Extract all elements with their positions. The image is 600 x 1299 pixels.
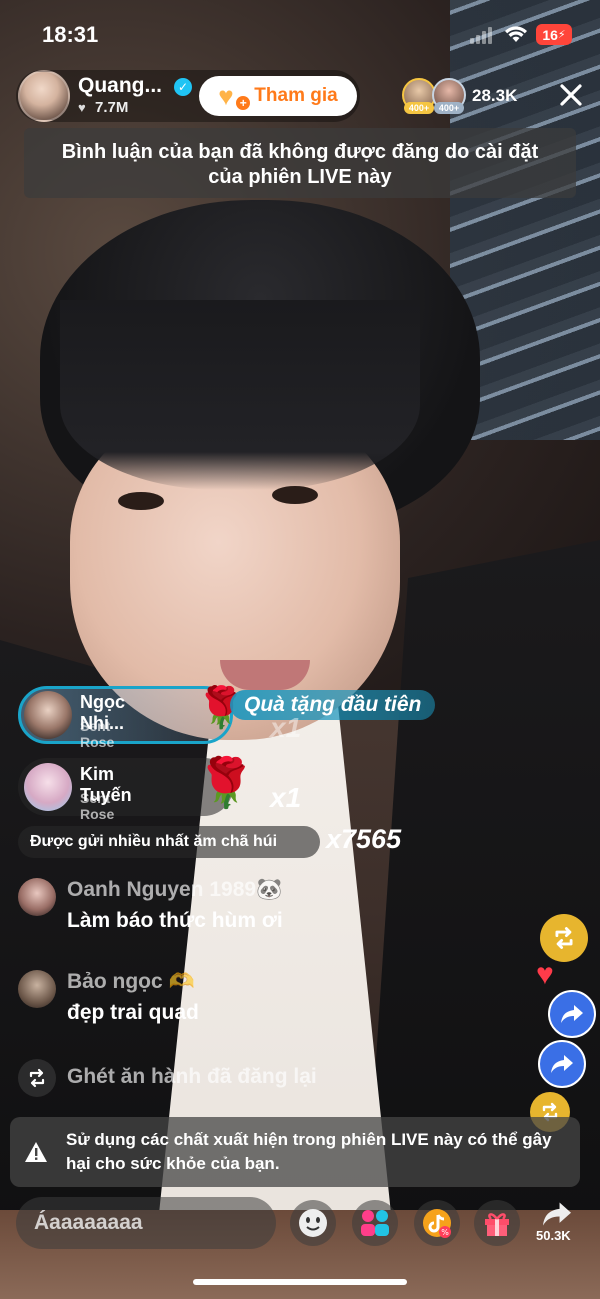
repost-float-button[interactable]: [540, 914, 588, 962]
share-icon: [543, 1202, 571, 1226]
close-icon[interactable]: [556, 80, 586, 110]
share-count: 50.3K: [536, 1228, 571, 1243]
share-button[interactable]: [534, 1200, 580, 1230]
commenter-avatar[interactable]: [18, 878, 56, 916]
share-float-button[interactable]: [548, 990, 596, 1038]
streamer-bangs: [60, 300, 420, 490]
gift-sender-avatar[interactable]: [24, 763, 72, 811]
viewer-rank-badge: 400+: [434, 102, 464, 114]
wifi-icon: [505, 26, 527, 42]
top-viewers[interactable]: 400+ 400+: [402, 78, 468, 114]
gift-button[interactable]: [474, 1200, 520, 1246]
commenter-name[interactable]: Bảo ngọc 🫶: [67, 970, 195, 994]
warning-text: Sử dụng các chất xuất hiện trong phiên L…: [66, 1130, 552, 1173]
tiktok-shop-icon: %: [423, 1209, 451, 1238]
guests-button[interactable]: [352, 1200, 398, 1246]
status-bar: 18:31 16 ⚡: [0, 0, 600, 70]
top-gift-label: Được gửi nhiều nhất ăm chã húi: [18, 826, 320, 858]
repost-icon: [18, 1059, 56, 1097]
emoji-icon: [299, 1209, 327, 1237]
status-time: 18:31: [42, 22, 99, 47]
tiktok-shop-button[interactable]: %: [414, 1200, 460, 1246]
comment-item: Bảo ngọc 🫶 đẹp trai quad: [18, 970, 458, 1034]
rose-icon: 🌹: [196, 757, 256, 810]
comment-item: Oanh Nguyen 1989🐼 Làm báo thức hùm ơi: [18, 878, 458, 942]
share-float-button[interactable]: [538, 1040, 586, 1088]
home-indicator[interactable]: [193, 1279, 407, 1285]
top-gift-count: x7565: [326, 824, 402, 854]
gift-icon: [485, 1213, 509, 1236]
gift-sender-avatar[interactable]: [24, 691, 72, 739]
first-gift-banner: Quà tặng đầu tiên: [230, 690, 436, 720]
host-name[interactable]: Quang...: [78, 74, 162, 98]
comment-text: đẹp trai quad: [67, 1001, 199, 1024]
comment-blocked-notice: Bình luận của bạn đã không được đăng do …: [24, 128, 576, 198]
gift-count: x1: [270, 712, 302, 743]
host-likes: 7.7M: [95, 99, 129, 116]
comment-text: Làm báo thức hùm ơi: [67, 909, 283, 932]
guests-icon: [361, 1210, 389, 1236]
commenter-name[interactable]: Oanh Nguyen 1989🐼: [67, 878, 282, 902]
gift-action: Sent Rose: [80, 718, 115, 750]
streamer-eye: [272, 486, 318, 504]
reposter-name[interactable]: Ghét ăn hành đã đăng lại: [67, 1065, 317, 1089]
host-avatar[interactable]: [18, 70, 70, 122]
heart-icon: ♥: [78, 100, 86, 115]
emoji-button[interactable]: [290, 1200, 336, 1246]
commenter-avatar[interactable]: [18, 970, 56, 1008]
gift-count: x1: [270, 782, 302, 813]
viewer-rank-badge: 400+: [404, 102, 434, 114]
join-heart-icon: ♥ +: [218, 83, 251, 110]
repost-item: Ghét ăn hành đã đăng lại: [18, 1059, 458, 1099]
gift-action: Sent Rose: [80, 790, 115, 822]
verified-icon: ✓: [174, 78, 192, 96]
floating-heart-icon: ♥: [536, 958, 554, 991]
join-label: Tham gia: [254, 85, 338, 106]
health-warning: Sử dụng các chất xuất hiện trong phiên L…: [10, 1117, 580, 1187]
warning-icon: [25, 1142, 47, 1162]
viewer-count[interactable]: 28.3K: [472, 86, 517, 106]
battery-badge: 16 ⚡: [536, 24, 572, 45]
signal-icon: [470, 26, 494, 44]
streamer-eye: [118, 492, 164, 510]
comment-input[interactable]: Áaaaaaaaa: [16, 1197, 276, 1249]
join-button[interactable]: ♥ + Tham gia: [199, 76, 357, 116]
svg-text:%: %: [441, 1228, 449, 1237]
